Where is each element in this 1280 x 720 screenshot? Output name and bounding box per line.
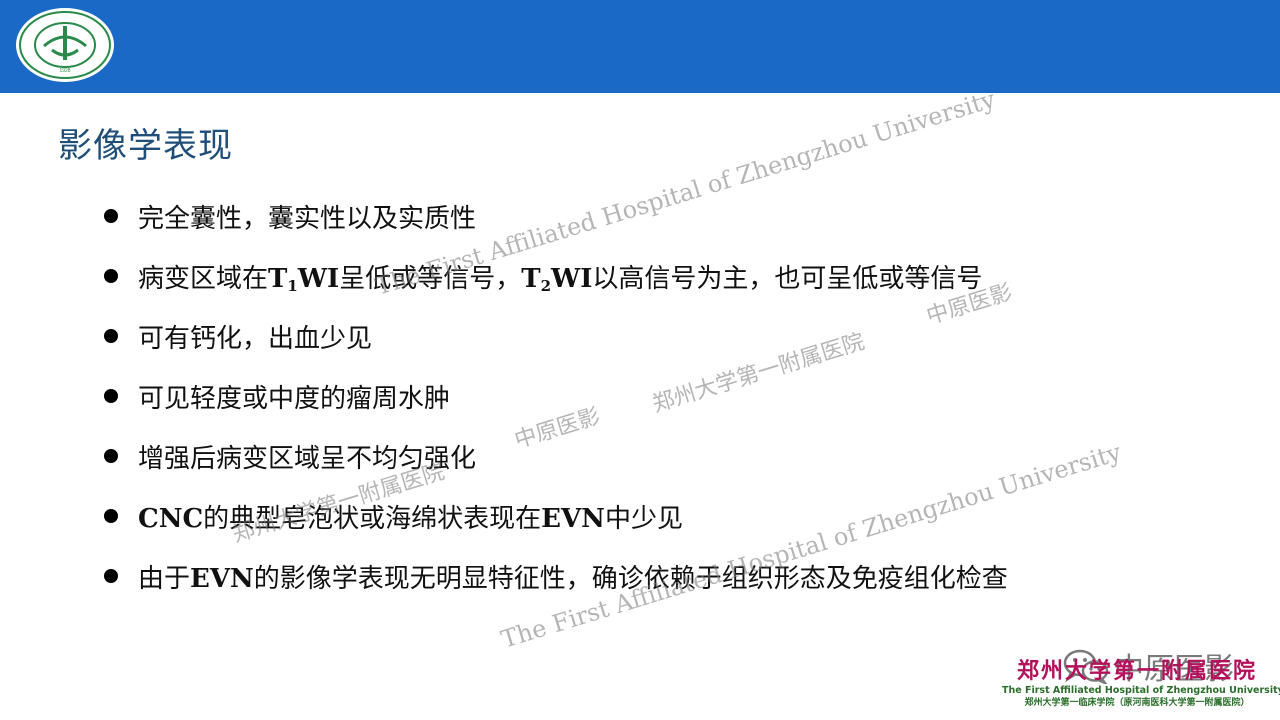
bullet-text-segment: 可见轻度或中度的瘤周水肿 (138, 383, 451, 414)
bullet-text-segment: 以高信号为主，也可呈低或等信号 (592, 263, 983, 294)
bullet-item: 可有钙化，出血少见 (104, 306, 1008, 366)
bullet-text-segment: 1 (287, 276, 298, 295)
bullet-item: 增强后病变区域呈不均匀强化 (104, 426, 1008, 486)
bullet-item: CNC的典型皂泡状或海绵状表现在EVN中少见 (104, 486, 1008, 546)
bullet-text-segment: T (268, 263, 288, 294)
bullet-text-segment: 的影像学表现无明显特征性，确诊依赖于组织形态及免疫组化检查 (253, 563, 1008, 594)
header-bar: 1928 (0, 0, 1280, 93)
bullet-text-segment: 呈低或等信号， (339, 263, 522, 294)
footer-hospital-subtitle: 郑州大学第一临床学院（原河南医科大学第一附属医院） (1024, 698, 1250, 708)
bullet-text-segment: T (521, 263, 541, 294)
hospital-footer-logo: 郑州大学第一附属医院 The First Affiliated Hospital… (1002, 658, 1280, 709)
footer-hospital-name-cn: 郑州大学第一附属医院 (1016, 658, 1257, 684)
bullet-text-segment: CNC (138, 503, 204, 534)
bullet-text: 增强后病变区域呈不均匀强化 (138, 438, 476, 475)
bullet-dot-icon (104, 209, 118, 223)
bullet-text: 可有钙化，出血少见 (138, 318, 372, 355)
bullet-item: 可见轻度或中度的瘤周水肿 (104, 366, 1008, 426)
bullet-text-segment: 增强后病变区域呈不均匀强化 (138, 443, 477, 474)
logo-year: 1928 (59, 68, 70, 74)
bullet-text-segment: 的典型皂泡状或海绵状表现在 (203, 503, 542, 534)
bullet-text-segment: EVN (190, 563, 254, 594)
bullet-dot-icon (104, 569, 118, 583)
bullet-dot-icon (104, 269, 118, 283)
bullet-dot-icon (104, 389, 118, 403)
bullet-text-segment: WI (551, 263, 593, 294)
bullet-dot-icon (104, 329, 118, 343)
page-title: 影像学表现 (58, 126, 233, 166)
bullet-item: 由于EVN的影像学表现无明显特征性，确诊依赖于组织形态及免疫组化检查 (104, 546, 1008, 606)
bullet-text: 病变区域在T1WI呈低或等信号，T2WI以高信号为主，也可呈低或等信号 (138, 258, 982, 295)
bullet-text-segment: 2 (540, 276, 551, 295)
bullet-dot-icon (104, 449, 118, 463)
bullet-text-segment: 病变区域在 (138, 263, 269, 294)
bullet-text: 可见轻度或中度的瘤周水肿 (138, 378, 450, 415)
footer-hospital-name-en: The First Affiliated Hospital of Zhengzh… (1002, 685, 1280, 696)
bullet-text: 由于EVN的影像学表现无明显特征性，确诊依赖于组织形态及免疫组化检查 (138, 558, 1008, 595)
bullet-text: 完全囊性，囊实性以及实质性 (138, 198, 476, 235)
bullet-item: 完全囊性，囊实性以及实质性 (104, 186, 1008, 246)
bullet-text-segment: 由于 (138, 563, 191, 594)
bullet-dot-icon (104, 509, 118, 523)
bullet-text-segment: 完全囊性，囊实性以及实质性 (138, 203, 477, 234)
bullet-text-segment: 中少见 (604, 503, 683, 534)
bullet-list: 完全囊性，囊实性以及实质性 病变区域在T1WI呈低或等信号，T2WI以高信号为主，… (104, 186, 1008, 606)
bullet-text: CNC的典型皂泡状或海绵状表现在EVN中少见 (138, 498, 683, 535)
bullet-item: 病变区域在T1WI呈低或等信号，T2WI以高信号为主，也可呈低或等信号 (104, 246, 1008, 306)
hospital-seal-icon: 1928 (16, 8, 114, 82)
bullet-text-segment: WI (297, 263, 340, 294)
bullet-text-segment: EVN (541, 503, 605, 534)
bullet-text-segment: 可有钙化，出血少见 (138, 323, 373, 354)
